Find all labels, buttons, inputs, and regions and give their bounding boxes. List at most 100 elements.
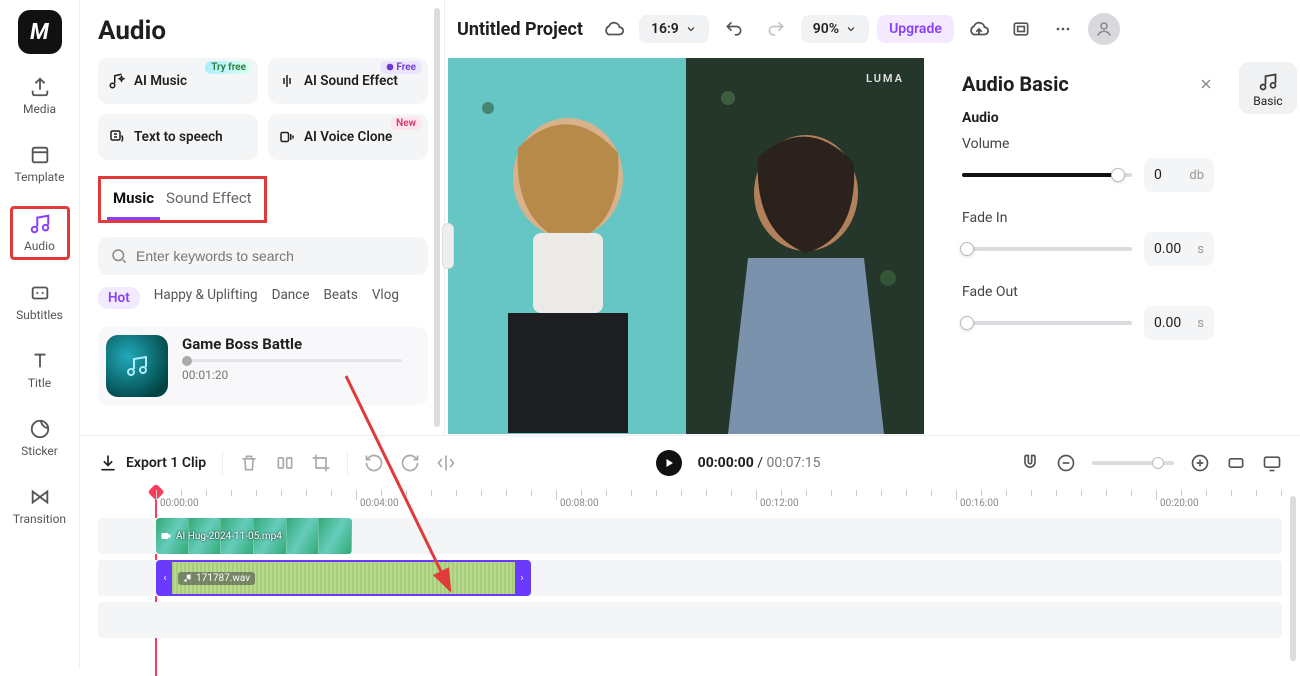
clip-handle-left[interactable]: ‹: [158, 562, 172, 594]
ai-music-label: AI Music: [134, 73, 187, 89]
project-title[interactable]: Untitled Project: [457, 19, 583, 40]
track-progress[interactable]: [182, 359, 402, 362]
audio-track[interactable]: ‹ 171787.wav ›: [98, 560, 1282, 596]
track-duration: 00:01:20: [182, 368, 402, 382]
audio-section-label: Audio: [962, 110, 1214, 126]
nav-title-label: Title: [28, 376, 51, 390]
split-icon[interactable]: [275, 453, 295, 473]
music-sparkle-icon: [108, 72, 126, 90]
cloud-sync-icon[interactable]: [597, 12, 631, 46]
screenshot-icon[interactable]: [1004, 12, 1038, 46]
export-button[interactable]: Export 1 Clip: [98, 453, 206, 473]
app-logo: M: [18, 10, 62, 54]
free-badge: Free: [380, 61, 422, 74]
track-item[interactable]: Game Boss Battle 00:01:20: [98, 327, 428, 405]
video-track[interactable]: AI Hug-2024-11-05.mp4: [98, 518, 1282, 554]
fit-icon[interactable]: [1226, 453, 1246, 473]
try-free-badge: Try free: [205, 61, 252, 74]
upgrade-button[interactable]: Upgrade: [877, 15, 954, 43]
nav-media-label: Media: [23, 102, 56, 116]
right-mini-nav: Basic: [1239, 62, 1297, 114]
fadeout-value[interactable]: 0.00s: [1144, 306, 1214, 340]
nav-sticker-label: Sticker: [21, 444, 58, 458]
basic-tab[interactable]: Basic: [1239, 62, 1297, 114]
music-note-icon: [125, 354, 149, 378]
voice-clone-label: AI Voice Clone: [304, 129, 392, 145]
ai-music-button[interactable]: AI Music Try free: [98, 58, 258, 104]
video-clip[interactable]: AI Hug-2024-11-05.mp4: [156, 518, 352, 554]
play-button[interactable]: [656, 450, 682, 476]
chevron-down-icon: [685, 23, 697, 35]
aspect-ratio-dropdown[interactable]: 16:9: [639, 15, 709, 43]
magnet-icon[interactable]: [1020, 453, 1040, 473]
search-box[interactable]: [98, 237, 428, 275]
avatar[interactable]: [1088, 13, 1120, 45]
timeline-zoom-slider[interactable]: [1092, 461, 1174, 465]
rotate-ccw-icon[interactable]: [364, 453, 384, 473]
fadein-value[interactable]: 0.00s: [1144, 232, 1214, 266]
volume-slider[interactable]: [962, 173, 1132, 177]
timeline-scrollbar[interactable]: [1290, 496, 1296, 661]
clip-handle-right[interactable]: ›: [515, 562, 529, 594]
video-icon: [160, 530, 172, 542]
panel-scrollbar[interactable]: [434, 8, 440, 427]
panel-title: Audio: [98, 16, 428, 46]
panel-resize-handle[interactable]: [442, 223, 454, 269]
preview-placeholder: [448, 58, 924, 434]
tag-dance[interactable]: Dance: [272, 287, 310, 309]
tab-sound-effect[interactable]: Sound Effect: [160, 183, 258, 220]
tag-happy[interactable]: Happy & Uplifting: [154, 287, 258, 309]
nav-template-label: Template: [15, 170, 65, 184]
search-input[interactable]: [136, 248, 416, 264]
nav-media[interactable]: Media: [10, 70, 70, 122]
ai-sound-effect-button[interactable]: AI Sound Effect Free: [268, 58, 428, 104]
nav-audio-label: Audio: [24, 239, 55, 253]
zoom-dropdown[interactable]: 90%: [801, 15, 869, 43]
tts-icon: [108, 128, 126, 146]
top-bar: Untitled Project 16:9 90% Upgrade: [445, 0, 1300, 58]
undo-button[interactable]: [717, 12, 751, 46]
audio-tabs: Music Sound Effect: [98, 176, 267, 223]
track-title: Game Boss Battle: [182, 335, 402, 353]
mirror-icon[interactable]: [436, 453, 456, 473]
audio-panel: Audio AI Music Try free AI Sound Effect …: [80, 0, 445, 435]
basic-tab-label: Basic: [1253, 94, 1282, 108]
voice-clone-icon: [278, 128, 296, 146]
tag-hot[interactable]: Hot: [98, 287, 140, 309]
crop-icon[interactable]: [311, 453, 331, 473]
monitor-icon[interactable]: [1262, 453, 1282, 473]
nav-template[interactable]: Template: [10, 138, 70, 190]
nav-audio[interactable]: Audio: [10, 206, 70, 260]
nav-transition[interactable]: Transition: [10, 480, 70, 532]
close-icon[interactable]: [1198, 76, 1214, 92]
timeline-region: Export 1 Clip 00:00:00 / 00:07:15 00:00:…: [80, 435, 1300, 669]
tab-music[interactable]: Music: [107, 183, 160, 220]
text-to-speech-button[interactable]: Text to speech: [98, 114, 258, 160]
rotate-cw-icon[interactable]: [400, 453, 420, 473]
nav-subtitles[interactable]: Subtitles: [10, 276, 70, 328]
fadein-slider[interactable]: [962, 247, 1132, 251]
download-icon: [98, 453, 118, 473]
nav-sticker[interactable]: Sticker: [10, 412, 70, 464]
ai-voice-clone-button[interactable]: AI Voice Clone New: [268, 114, 428, 160]
tts-label: Text to speech: [134, 129, 223, 145]
timeline-ruler[interactable]: 00:00:0000:04:0000:08:0000:12:0000:16:00…: [98, 490, 1282, 518]
zoom-in-icon[interactable]: [1190, 453, 1210, 473]
cloud-export-icon[interactable]: [962, 12, 996, 46]
more-icon[interactable]: [1046, 12, 1080, 46]
fadeout-slider[interactable]: [962, 321, 1132, 325]
waveform-icon: [278, 72, 296, 90]
tag-vlog[interactable]: Vlog: [372, 287, 399, 309]
empty-track[interactable]: [98, 602, 1282, 638]
audio-icon: [183, 573, 193, 583]
redo-button[interactable]: [759, 12, 793, 46]
volume-value[interactable]: 0db: [1144, 158, 1214, 192]
video-preview[interactable]: LUMA: [448, 58, 924, 434]
audio-clip[interactable]: ‹ 171787.wav ›: [156, 560, 531, 596]
zoom-out-icon[interactable]: [1056, 453, 1076, 473]
nav-title[interactable]: Title: [10, 344, 70, 396]
timeline-toolbar: Export 1 Clip 00:00:00 / 00:07:15: [80, 436, 1300, 490]
delete-icon[interactable]: [239, 453, 259, 473]
fadeout-label: Fade Out: [962, 284, 1214, 300]
tag-beats[interactable]: Beats: [324, 287, 358, 309]
